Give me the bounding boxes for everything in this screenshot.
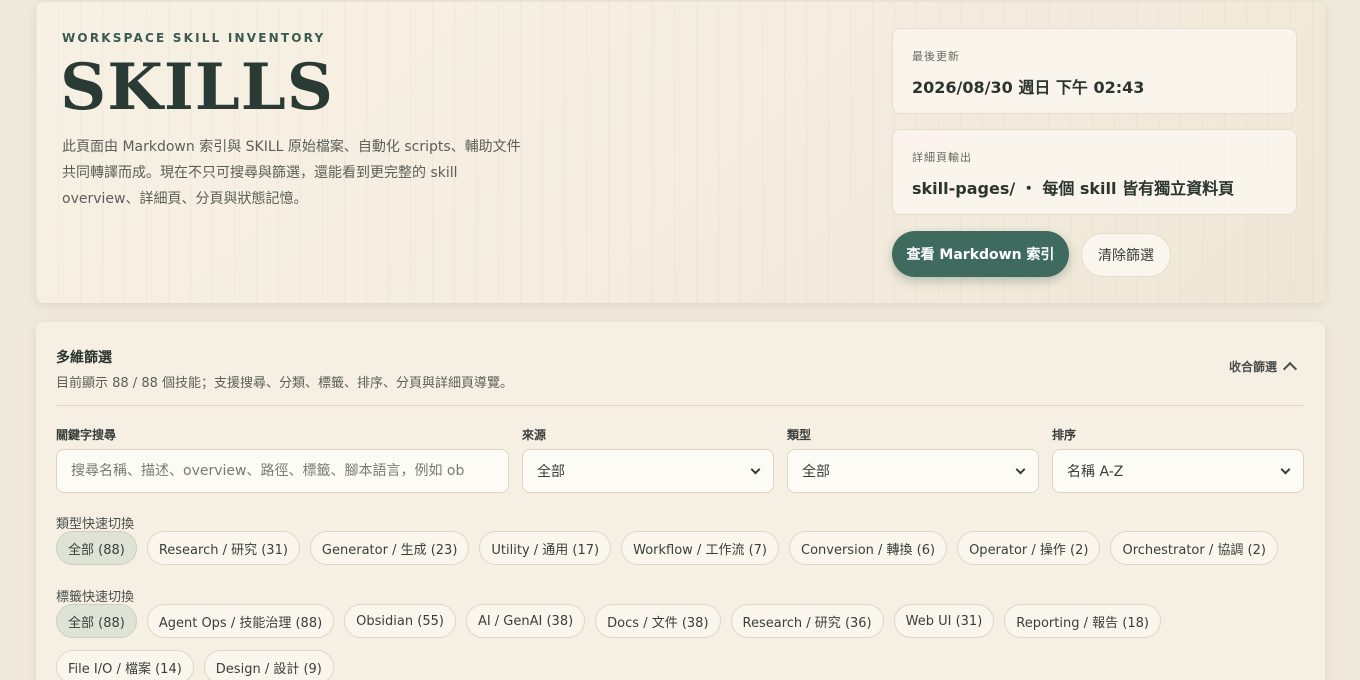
type-label: 類型 (787, 428, 812, 442)
detail-output-label: 詳細頁輸出 (912, 151, 972, 164)
chevron-down-icon (750, 464, 761, 474)
source-label: 來源 (522, 428, 547, 442)
type-chip[interactable]: 全部 (88) (56, 531, 137, 565)
type-chip[interactable]: Operator / 操作 (2) (957, 531, 1101, 565)
detail-output-card: 詳細頁輸出 skill-pages/ ・ 每個 skill 皆有獨立資料頁 (892, 129, 1297, 215)
type-chip[interactable]: Workflow / 工作流 (7) (621, 531, 779, 565)
tag-chip[interactable]: Web UI (31) (893, 604, 995, 638)
last-updated-card: 最後更新 2026/08/30 週日 下午 02:43 (892, 28, 1297, 114)
description-line: 此頁面由 Markdown 索引與 SKILL 原始檔案、自動化 scripts… (62, 139, 521, 155)
type-chip-group: 全部 (88) Research / 研究 (31) Generator / 生… (56, 531, 1296, 565)
last-updated-label: 最後更新 (912, 50, 960, 63)
sort-select[interactable]: 名稱 A-Z (1052, 449, 1304, 493)
collapse-filters-toggle[interactable]: 收合篩選 (1228, 358, 1298, 377)
tag-chip[interactable]: Docs / 文件 (38) (595, 604, 721, 638)
page-description: 此頁面由 Markdown 索引與 SKILL 原始檔案、自動化 scripts… (62, 134, 562, 212)
source-select[interactable]: 全部 (522, 449, 774, 493)
source-select-value: 全部 (537, 464, 565, 480)
chevron-down-icon (1280, 464, 1291, 474)
last-updated-value: 2026/08/30 週日 下午 02:43 (912, 78, 1145, 97)
tag-chip[interactable]: Agent Ops / 技能治理 (88) (146, 604, 335, 638)
filter-panel: 多維篩選 目前顯示 88 / 88 個技能；支援搜尋、分類、標籤、排序、分頁與詳… (36, 322, 1325, 680)
tag-chip[interactable]: 全部 (88) (56, 604, 137, 638)
chevron-down-icon (1015, 464, 1026, 474)
eyebrow-label: WORKSPACE SKILL INVENTORY (62, 31, 326, 45)
type-quick-switch-label: 類型快速切換 (56, 517, 135, 532)
tag-chip[interactable]: File I/O / 檔案 (14) (56, 650, 194, 680)
type-chip[interactable]: Utility / 通用 (17) (479, 531, 612, 565)
type-select[interactable]: 全部 (787, 449, 1039, 493)
tag-chip[interactable]: Design / 設計 (9) (203, 650, 334, 680)
filter-panel-title: 多維篩選 (56, 350, 112, 366)
tag-chip-group: 全部 (88) Agent Ops / 技能治理 (88) Obsidian (… (56, 604, 1296, 680)
type-chip[interactable]: Generator / 生成 (23) (309, 531, 470, 565)
keyword-search-input[interactable] (71, 463, 494, 479)
clear-filters-button[interactable]: 清除篩選 (1081, 233, 1171, 277)
tag-chip[interactable]: Research / 研究 (36) (730, 604, 884, 638)
sort-label: 排序 (1052, 428, 1077, 442)
type-chip[interactable]: Orchestrator / 協調 (2) (1110, 531, 1278, 565)
detail-output-value: skill-pages/ ・ 每個 skill 皆有獨立資料頁 (912, 179, 1235, 198)
type-chip[interactable]: Conversion / 轉換 (6) (789, 531, 948, 565)
filter-panel-subtitle: 目前顯示 88 / 88 個技能；支援搜尋、分類、標籤、排序、分頁與詳細頁導覽。 (56, 376, 513, 391)
tag-chip[interactable]: AI / GenAI (38) (465, 604, 586, 638)
divider (56, 405, 1305, 406)
chevron-up-icon (1282, 361, 1298, 377)
keyword-search-label: 關鍵字搜尋 (56, 428, 117, 442)
tag-quick-switch-label: 標籤快速切換 (56, 590, 135, 605)
tag-chip[interactable]: Reporting / 報告 (18) (1004, 604, 1161, 638)
collapse-filters-label: 收合篩選 (1228, 360, 1277, 374)
keyword-search-field[interactable] (56, 449, 509, 493)
sort-select-value: 名稱 A-Z (1067, 464, 1124, 480)
description-line: 共同轉譯而成。現在不只可搜尋與篩選，還能看到更完整的 skill (62, 165, 458, 181)
type-chip[interactable]: Research / 研究 (31) (146, 531, 300, 565)
page-title: SKILLS (60, 50, 334, 125)
tag-chip[interactable]: Obsidian (55) (344, 604, 456, 638)
hero-panel: WORKSPACE SKILL INVENTORY SKILLS 此頁面由 Ma… (36, 2, 1325, 303)
description-line: overview、詳細頁、分頁與狀態記憶。 (62, 191, 308, 207)
view-markdown-index-button[interactable]: 查看 Markdown 索引 (892, 231, 1069, 277)
type-select-value: 全部 (802, 464, 830, 480)
